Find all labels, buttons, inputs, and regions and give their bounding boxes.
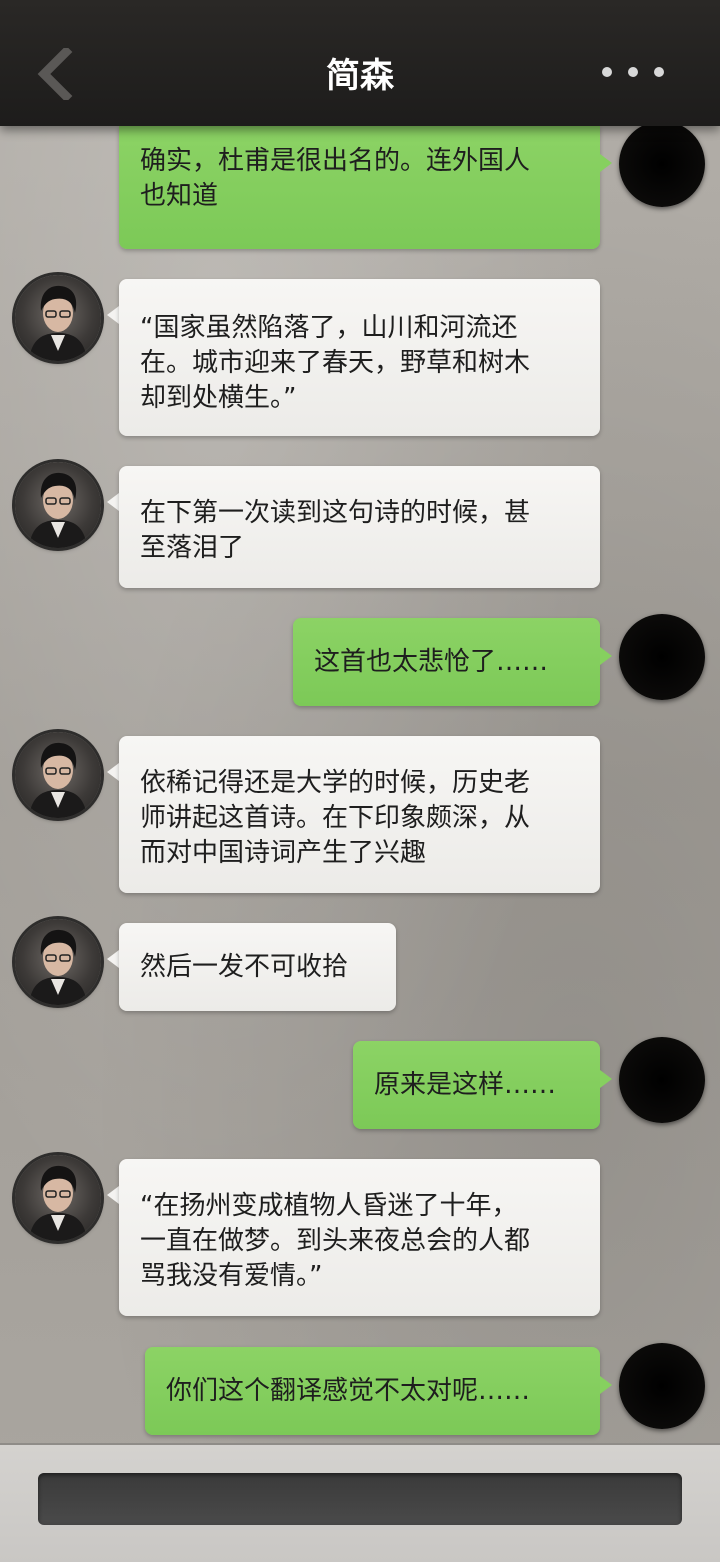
message-line: 师讲起这首诗。在下印象颇深，从 <box>140 803 531 833</box>
message-bubble[interactable]: 然后一发不可收拾 <box>119 923 396 1011</box>
bubble-tail <box>107 1186 119 1204</box>
input-bar <box>0 1443 720 1562</box>
my-avatar[interactable] <box>619 1343 705 1429</box>
message-line: 骂我没有爱情。” <box>140 1261 323 1291</box>
portrait-icon <box>29 742 87 818</box>
my-avatar[interactable] <box>619 1037 705 1123</box>
message-bubble[interactable]: 这首也太悲怆了…… <box>293 618 600 706</box>
message-bubble[interactable]: 你们这个翻译感觉不太对呢…… <box>145 1347 600 1435</box>
message-line: 你们这个翻译感觉不太对呢…… <box>166 1376 531 1406</box>
message-bubble[interactable]: 在下第一次读到这句诗的时候，甚 至落泪了 <box>119 466 600 588</box>
my-avatar[interactable] <box>619 614 705 700</box>
bubble-tail <box>600 647 612 665</box>
message-input[interactable] <box>38 1473 682 1525</box>
jansen-avatar[interactable] <box>15 1155 101 1241</box>
message-line: “国家虽然陷落了，山川和河流还 <box>140 313 518 343</box>
message-line: 至落泪了 <box>140 533 245 563</box>
portrait-icon <box>29 472 87 548</box>
bubble-tail <box>107 763 119 781</box>
portrait-icon <box>29 929 87 1005</box>
message-line: 而对中国诗词产生了兴趣 <box>140 838 427 868</box>
message-bubble[interactable]: “在扬州变成植物人昏迷了十年， 一直在做梦。到头来夜总会的人都 骂我没有爱情。” <box>119 1159 600 1316</box>
message-line: 在下第一次读到这句诗的时候，甚 <box>140 498 531 528</box>
message-line: 也知道 <box>140 181 219 211</box>
message-line: “在扬州变成植物人昏迷了十年， <box>140 1191 518 1221</box>
message-line: 然后一发不可收拾 <box>140 952 349 982</box>
message-line: 这首也太悲怆了…… <box>314 647 549 677</box>
message-bubble[interactable]: 确实，杜甫是很出名的。连外国人 也知道 <box>119 126 600 249</box>
bubble-tail <box>107 306 119 324</box>
message-bubble[interactable]: 原来是这样…… <box>353 1041 600 1129</box>
portrait-icon <box>29 1165 87 1241</box>
message-line: 原来是这样…… <box>374 1070 557 1100</box>
bubble-tail <box>600 154 612 172</box>
more-button[interactable] <box>596 62 676 84</box>
chat-header: 简森 <box>0 0 720 126</box>
bubble-tail <box>600 1376 612 1394</box>
jansen-avatar[interactable] <box>15 275 101 361</box>
dot-icon <box>628 67 638 77</box>
message-line: 在。城市迎来了春天，野草和树木 <box>140 348 531 378</box>
message-bubble[interactable]: “国家虽然陷落了，山川和河流还 在。城市迎来了春天，野草和树木 却到处横生。” <box>119 279 600 436</box>
dot-icon <box>654 67 664 77</box>
message-bubble[interactable]: 依稀记得还是大学的时候，历史老 师讲起这首诗。在下印象颇深，从 而对中国诗词产生… <box>119 736 600 893</box>
bubble-tail <box>107 493 119 511</box>
my-avatar[interactable] <box>619 121 705 207</box>
message-line: 确实，杜甫是很出名的。连外国人 <box>140 146 531 176</box>
bubble-tail <box>107 950 119 968</box>
message-line: 一直在做梦。到头来夜总会的人都 <box>140 1226 531 1256</box>
portrait-icon <box>29 285 87 361</box>
message-line: 依稀记得还是大学的时候，历史老 <box>140 768 531 798</box>
dot-icon <box>602 67 612 77</box>
message-line: 却到处横生。” <box>140 383 297 413</box>
jansen-avatar[interactable] <box>15 732 101 818</box>
bubble-tail <box>600 1070 612 1088</box>
jansen-avatar[interactable] <box>15 919 101 1005</box>
jansen-avatar[interactable] <box>15 462 101 548</box>
